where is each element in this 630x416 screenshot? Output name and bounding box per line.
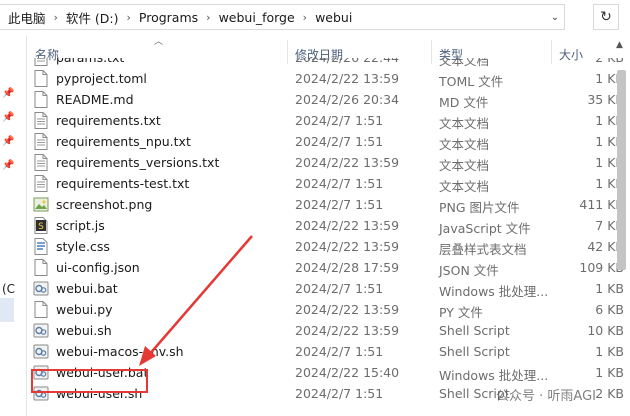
annotation-arrow-icon [139, 235, 253, 366]
watermark: 公众号 · 听雨AGI [496, 389, 596, 404]
